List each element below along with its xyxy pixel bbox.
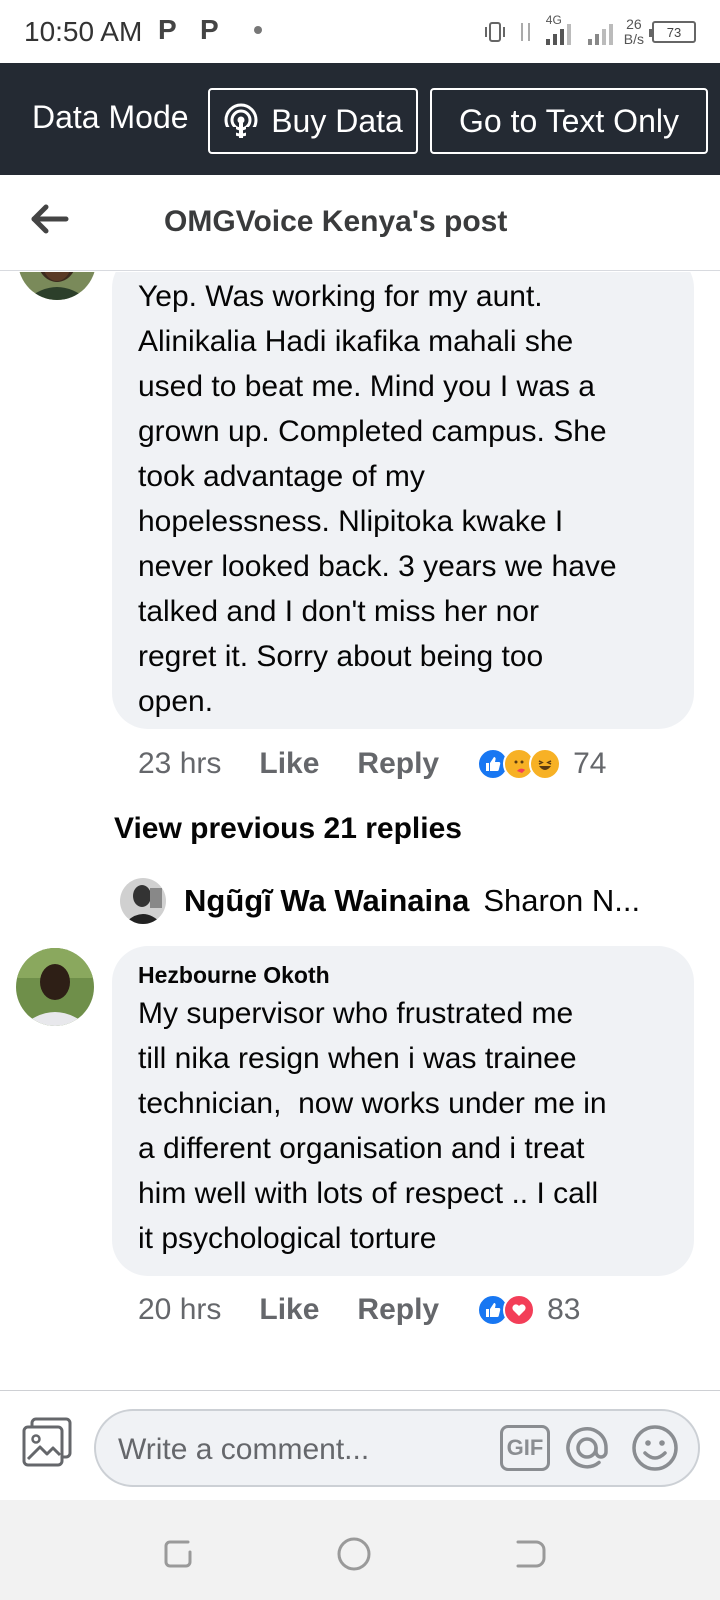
like-button[interactable]: Like <box>259 747 319 781</box>
reactions-summary[interactable] <box>477 748 562 780</box>
comment-actions: 20 hrs Like Reply 83 <box>138 1288 581 1332</box>
battery-icon: 73 <box>649 21 696 43</box>
home-icon[interactable] <box>334 1534 374 1574</box>
reply-snippet: Sharon N... <box>483 883 641 918</box>
reply-author: Ngũgĩ Wa Wainaina <box>184 883 470 918</box>
avatar[interactable] <box>18 272 96 300</box>
data-mode-label: Data Mode <box>32 99 189 135</box>
post-header: OMGVoice Kenya's post <box>0 175 720 271</box>
comment-text: My supervisor who frustrated me till nik… <box>138 997 607 1255</box>
text-only-button[interactable]: Go to Text Only <box>430 88 708 154</box>
reply-avatar <box>120 878 166 924</box>
data-transfer-icon <box>520 23 530 41</box>
notification-dot-icon <box>254 26 262 34</box>
notification-p-icon: P <box>200 14 219 45</box>
reaction-count: 83 <box>547 1293 581 1326</box>
emoji-icon[interactable] <box>630 1423 680 1473</box>
love-reaction-icon <box>503 1294 536 1326</box>
comment-input[interactable]: Write a comment... GIF <box>94 1409 700 1487</box>
battery-level: 73 <box>666 24 682 40</box>
notification-p-icon: P <box>158 14 177 45</box>
vibrate-icon <box>484 22 505 42</box>
text-only-label: Go to Text Only <box>459 102 679 139</box>
data-mode-bar: Data Mode Buy Data Go to Text Only <box>0 63 720 175</box>
back-arrow-icon[interactable] <box>28 197 72 241</box>
comment-actions: 23 hrs Like Reply 74 <box>138 742 607 786</box>
comment-placeholder: Write a comment... <box>118 1433 370 1466</box>
recent-apps-icon[interactable] <box>158 1534 198 1574</box>
avatar[interactable] <box>16 948 94 1026</box>
comment-time[interactable]: 20 hrs <box>138 1293 221 1327</box>
back-nav-icon[interactable] <box>510 1534 550 1574</box>
reply-button[interactable]: Reply <box>357 1293 439 1327</box>
status-indicators: 4G 26 B/s 73 <box>482 13 696 50</box>
reaction-count: 74 <box>573 747 607 780</box>
photo-icon[interactable] <box>20 1415 74 1469</box>
comments-list[interactable]: Yep. Was working for my aunt. Alinikalia… <box>0 272 720 1390</box>
page-title: OMGVoice Kenya's post <box>164 205 508 238</box>
gif-button[interactable]: GIF <box>500 1425 550 1471</box>
buy-data-button[interactable]: Buy Data <box>208 88 418 154</box>
reply-button[interactable]: Reply <box>357 747 439 781</box>
comment-bubble[interactable]: Yep. Was working for my aunt. Alinikalia… <box>112 272 694 729</box>
like-button[interactable]: Like <box>259 1293 319 1327</box>
comment-author[interactable]: Hezbourne Okoth <box>112 946 694 989</box>
broadcast-icon <box>224 103 258 139</box>
comment-text: Yep. Was working for my aunt. Alinikalia… <box>138 280 617 718</box>
mention-icon[interactable] <box>562 1423 612 1473</box>
haha-reaction-icon <box>529 748 562 780</box>
buy-data-label: Buy Data <box>271 102 403 139</box>
status-bar: 10:50 AM P P 4G 26 B/s 73 <box>0 0 720 64</box>
reactions-summary[interactable] <box>477 1294 536 1326</box>
signal-icon-4g: 4G <box>544 13 578 47</box>
reply-preview[interactable]: Ngũgĩ Wa Wainaina Sharon N... <box>120 876 640 926</box>
signal-icon <box>587 24 613 45</box>
comment-composer: Write a comment... GIF <box>0 1390 720 1500</box>
network-speed: 26 B/s <box>623 16 644 47</box>
comment-time[interactable]: 23 hrs <box>138 747 221 781</box>
system-nav-bar <box>0 1500 720 1600</box>
status-time: 10:50 AM <box>24 16 143 47</box>
comment-bubble[interactable]: Hezbourne Okoth My supervisor who frustr… <box>112 946 694 1276</box>
view-previous-replies[interactable]: View previous 21 replies <box>114 812 462 846</box>
